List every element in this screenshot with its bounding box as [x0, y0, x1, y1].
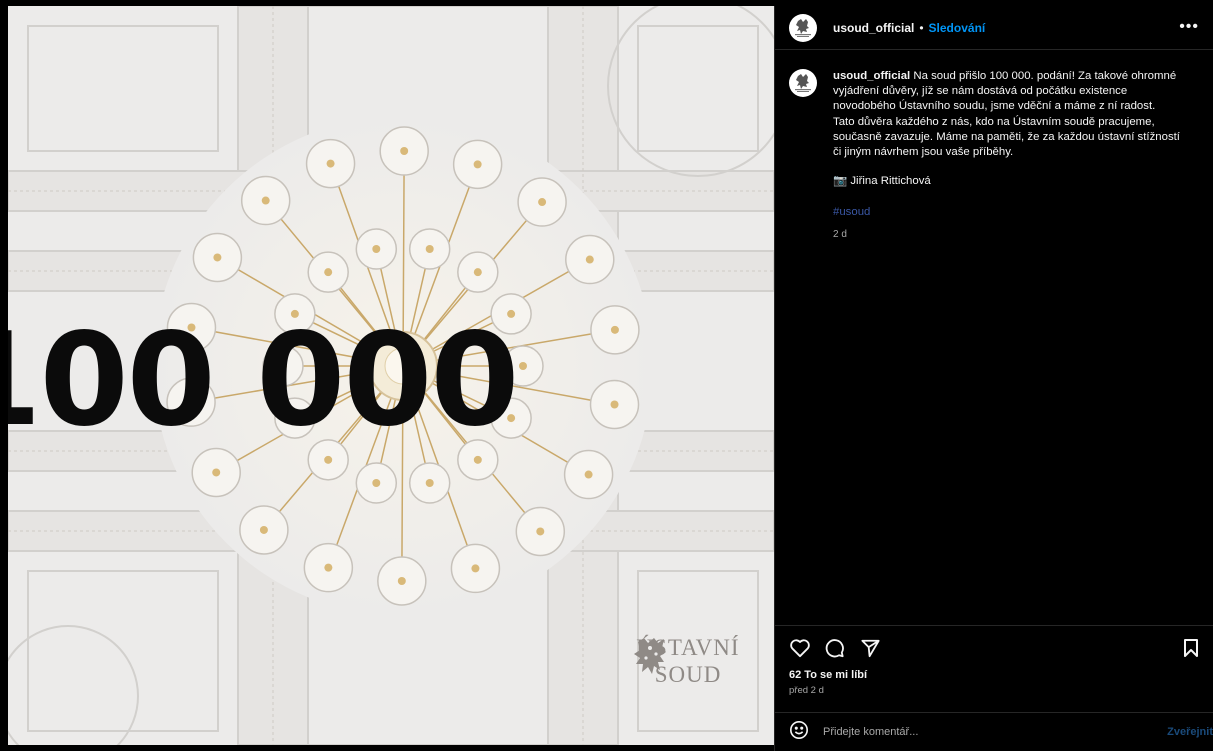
lion-emblem-icon — [634, 638, 666, 674]
chandelier-candle — [372, 478, 381, 487]
chandelier-candle — [397, 576, 406, 585]
header-separator: • — [919, 20, 924, 35]
hashtag-link[interactable]: #usoud — [833, 205, 1189, 220]
court-logo-icon — [795, 74, 811, 92]
photo-credit: 📷 Jiřina Rittichová — [833, 175, 931, 188]
post-header: usoud_official • Sledování ••• — [775, 6, 1213, 50]
post-detail-panel: usoud_official • Sledování ••• usoud_off… — [774, 6, 1213, 751]
following-button[interactable]: Sledování — [929, 21, 986, 35]
chandelier-candle — [212, 468, 221, 477]
bookmark-icon[interactable] — [1183, 638, 1199, 663]
comment-bar: Zveřejnit — [775, 712, 1213, 751]
chandelier-candle — [538, 198, 547, 207]
chandelier-candle — [473, 268, 482, 277]
chandelier-candle — [473, 160, 482, 169]
caption-username[interactable]: usoud_official — [833, 70, 910, 82]
chandelier-candle — [213, 253, 222, 262]
more-horizontal-icon[interactable]: ••• — [1179, 18, 1199, 36]
caption-body: Na soud přišlo 100 000. podání! Za takov… — [833, 70, 1180, 159]
chandelier-candle — [324, 268, 333, 277]
chandelier-candle — [372, 245, 381, 254]
caption-content: usoud_official Na soud přišlo 100 000. p… — [833, 69, 1189, 242]
emoji-icon[interactable] — [789, 720, 809, 745]
send-icon[interactable] — [860, 638, 881, 663]
chandelier-candle — [400, 147, 409, 156]
chandelier-candle — [585, 255, 594, 264]
like-count[interactable]: 62 To se mi líbí — [789, 669, 867, 681]
chandelier-candle — [536, 527, 545, 536]
chandelier-candle — [473, 455, 482, 464]
caption-timestamp[interactable]: 2 d — [833, 227, 1189, 242]
comment-input[interactable] — [823, 726, 1168, 738]
post-actions — [775, 625, 1213, 663]
heart-icon[interactable] — [789, 638, 811, 663]
comment-icon[interactable] — [824, 638, 845, 663]
chandelier-candle — [261, 196, 270, 205]
caption-avatar[interactable] — [789, 69, 817, 97]
post-image[interactable]: 100 000 ÚSTAVNÍ SOUD — [8, 6, 774, 745]
post-date: před 2 d — [789, 685, 824, 696]
chandelier-candle — [584, 470, 593, 479]
court-logo-icon — [795, 18, 811, 37]
chandelier-candle — [259, 525, 268, 534]
publish-button[interactable]: Zveřejnit — [1167, 726, 1213, 738]
post-author-username[interactable]: usoud_official — [833, 21, 914, 35]
avatar[interactable] — [789, 13, 817, 42]
chandelier-candle — [324, 455, 333, 464]
chandelier-candle — [425, 478, 434, 487]
chandelier-candle — [324, 563, 333, 572]
chandelier-candle — [425, 245, 434, 254]
post-caption: usoud_official Na soud přišlo 100 000. p… — [789, 69, 1199, 242]
post-image-headline: 100 000 — [8, 306, 519, 455]
court-seal: ÚSTAVNÍ SOUD — [628, 634, 748, 688]
chandelier-candle — [326, 159, 335, 168]
chandelier-candle — [471, 564, 480, 573]
